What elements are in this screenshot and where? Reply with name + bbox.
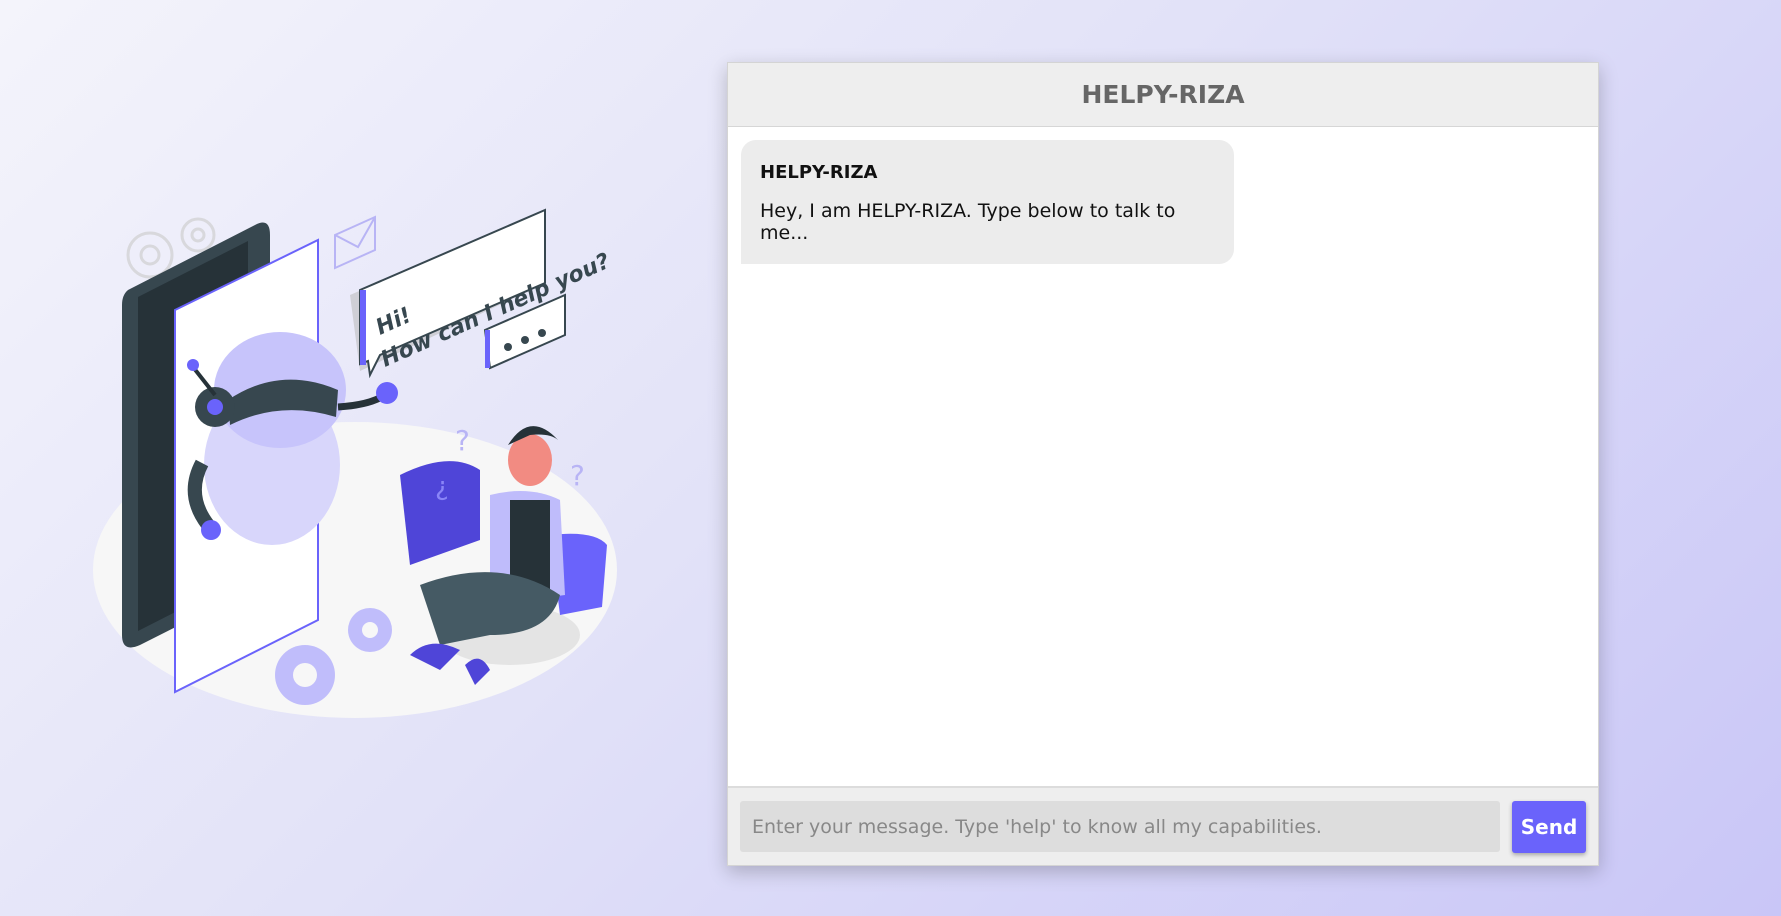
robot-helper-illustration: Hi! How can I help you? ? ? ¿	[93, 208, 617, 718]
bot-message: HELPY-RIZA Hey, I am HELPY-RIZA. Type be…	[741, 140, 1234, 264]
chat-header: HELPY-RIZA	[728, 63, 1598, 127]
question-mark-icon: ?	[570, 459, 585, 492]
message-sender: HELPY-RIZA	[760, 162, 878, 183]
speech-bubble: Hi! How can I help you?	[350, 208, 614, 379]
chat-messages: HELPY-RIZA Hey, I am HELPY-RIZA. Type be…	[728, 127, 1598, 786]
chat-title: HELPY-RIZA	[1081, 80, 1245, 109]
envelope-icon	[334, 215, 376, 270]
send-button[interactable]: Send	[1512, 800, 1586, 853]
message-text: Hey, I am HELPY-RIZA. Type below to talk…	[760, 200, 1176, 244]
chat-window: HELPY-RIZA HELPY-RIZA Hey, I am HELPY-RI…	[727, 62, 1599, 866]
message-input[interactable]	[740, 801, 1500, 852]
question-mark-icon: ¿	[435, 472, 449, 502]
chatbot-illustration: Hi! How can I help you? ? ? ¿	[80, 195, 640, 735]
message-input-bar: Send	[728, 786, 1598, 865]
question-mark-icon: ?	[455, 424, 470, 457]
